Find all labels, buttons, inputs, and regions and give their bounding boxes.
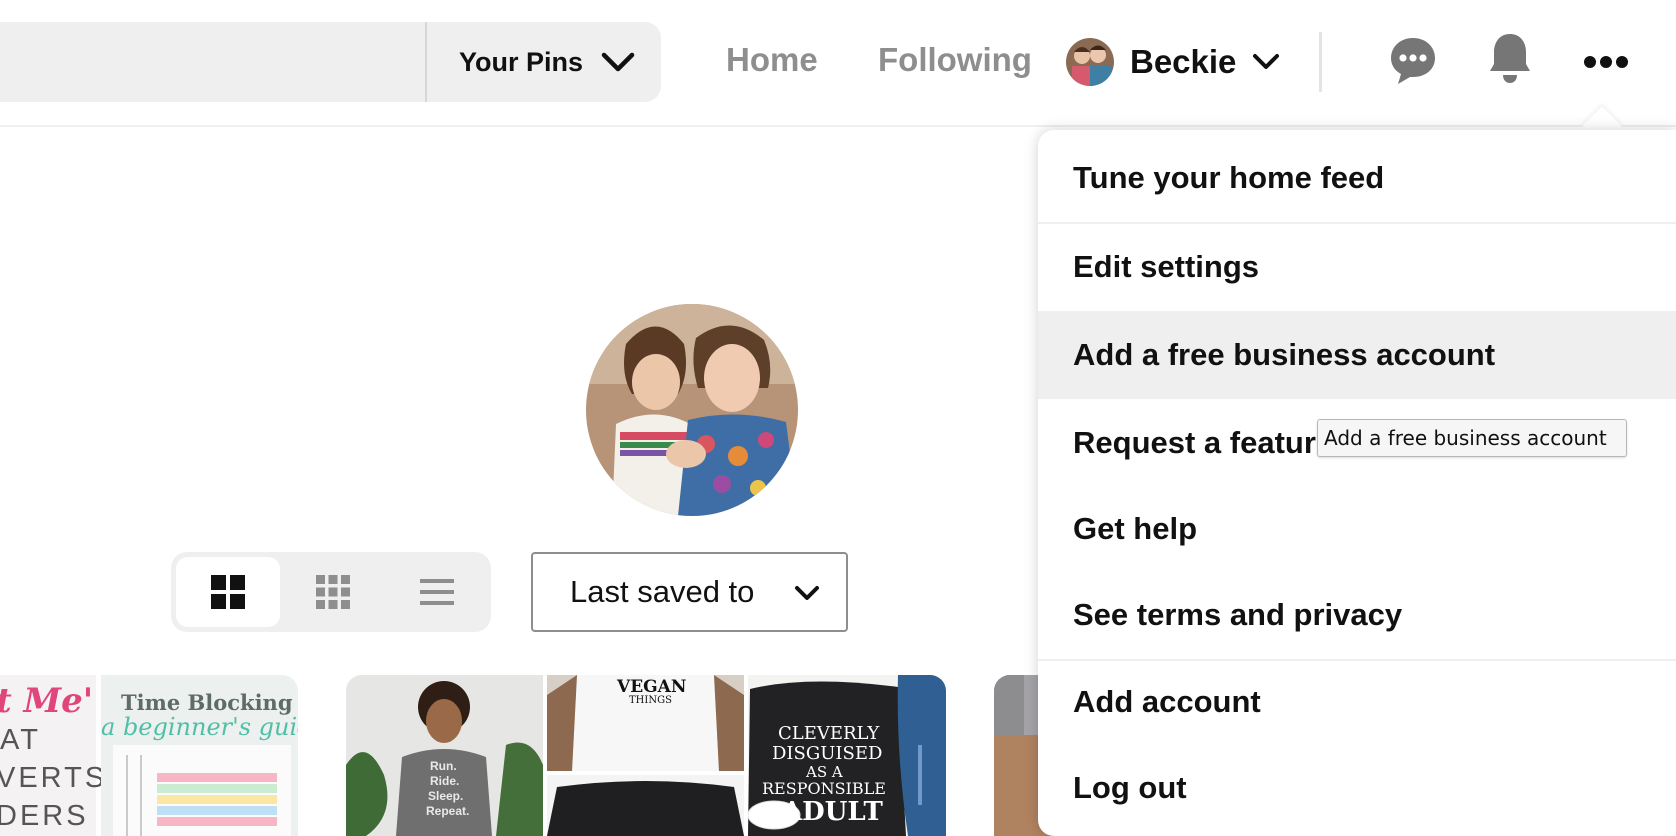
sort-label: Last saved to bbox=[570, 574, 755, 609]
shirt-text: THINGS bbox=[629, 695, 672, 706]
menu-item-add-business-account[interactable]: Add a free business account bbox=[1038, 311, 1676, 399]
menu-item-edit-settings[interactable]: Edit settings bbox=[1038, 223, 1676, 311]
chevron-down-icon bbox=[1253, 54, 1280, 69]
avatar bbox=[1066, 38, 1114, 86]
profile-photo[interactable] bbox=[586, 304, 798, 516]
tooltip: Add a free business account bbox=[1317, 419, 1627, 457]
pin-thumbnail: Run. Ride. Sleep. Repeat. bbox=[346, 675, 543, 836]
pin-text: DERS bbox=[0, 800, 89, 832]
view-toggle bbox=[171, 552, 491, 632]
shirt-text: Repeat. bbox=[426, 804, 470, 818]
pin-thumbnail: Time Blocking a beginner's guide bbox=[101, 675, 298, 836]
shirt-text: ADULT bbox=[782, 797, 883, 827]
menu-item-label: See terms and privacy bbox=[1073, 597, 1403, 632]
chevron-down-icon bbox=[795, 586, 819, 600]
view-default-grid-button[interactable] bbox=[176, 557, 280, 627]
menu-item-label: Request a featur bbox=[1073, 425, 1316, 460]
shirt-text: Sleep. bbox=[428, 789, 464, 803]
menu-item-label: Tune your home feed bbox=[1073, 160, 1385, 195]
board-card[interactable]: t Me' AT VERTS DERS Time Blocking a begi… bbox=[0, 675, 298, 836]
search-scope-label: Your Pins bbox=[459, 46, 584, 77]
page: Your Pins Home Following Beckie Last sav… bbox=[0, 0, 1676, 836]
profile-name: Beckie bbox=[1130, 43, 1237, 80]
chevron-down-icon bbox=[601, 52, 635, 72]
small-grid-icon bbox=[316, 575, 350, 609]
nav-home-link[interactable]: Home bbox=[726, 40, 818, 80]
speech-bubble-icon[interactable] bbox=[1389, 36, 1437, 86]
menu-item-log-out[interactable]: Log out bbox=[1038, 744, 1676, 832]
shirt-text: DISGUISED bbox=[772, 743, 883, 764]
top-header: Your Pins Home Following Beckie bbox=[0, 0, 1676, 127]
header-divider bbox=[1319, 32, 1322, 92]
view-list-button[interactable] bbox=[385, 557, 489, 627]
sort-dropdown[interactable]: Last saved to bbox=[531, 552, 848, 632]
menu-item-label: Log out bbox=[1073, 770, 1187, 805]
pin-thumbnail: CLEVERLY DISGUISED AS A RESPONSIBLE ADUL… bbox=[747, 675, 946, 836]
large-grid-icon bbox=[211, 575, 245, 609]
pin-text: VERTS bbox=[0, 762, 108, 794]
bell-icon[interactable] bbox=[1488, 32, 1532, 84]
pin-text: AT bbox=[0, 724, 41, 756]
profile-menu-button[interactable]: Beckie bbox=[1066, 37, 1280, 87]
timetable-illustration bbox=[113, 745, 291, 836]
shirt-text: Ride. bbox=[430, 774, 460, 788]
shirt-text: Run. bbox=[430, 759, 457, 773]
shirt-text: VEGAN bbox=[617, 677, 687, 697]
shirt-text: RESPONSIBLE bbox=[762, 779, 886, 798]
pin-image bbox=[547, 775, 744, 836]
menu-item-label: Get help bbox=[1073, 511, 1198, 546]
menu-item-label: Add a free business account bbox=[1073, 337, 1496, 372]
pin-thumbnail: t Me' AT VERTS DERS bbox=[0, 675, 104, 836]
pin-subtitle: a beginner's guide bbox=[101, 713, 298, 741]
nav-following-link[interactable]: Following bbox=[878, 40, 1032, 80]
menu-item-get-help[interactable]: Get help bbox=[1038, 485, 1676, 573]
board-card[interactable]: Run. Ride. Sleep. Repeat. VEGAN THINGS C… bbox=[346, 675, 946, 836]
pin-text: t Me' bbox=[0, 681, 94, 721]
view-compact-grid-button[interactable] bbox=[281, 557, 385, 627]
search-bar[interactable]: Your Pins bbox=[0, 22, 661, 102]
menu-item-terms-privacy[interactable]: See terms and privacy bbox=[1038, 571, 1676, 659]
ellipsis-icon[interactable] bbox=[1583, 52, 1629, 72]
list-icon bbox=[420, 579, 454, 605]
pin-thumbnail: VEGAN THINGS bbox=[547, 675, 744, 771]
menu-item-add-account[interactable]: Add account bbox=[1038, 658, 1676, 746]
menu-item-label: Add account bbox=[1073, 684, 1261, 719]
shirt-text: CLEVERLY bbox=[778, 723, 880, 744]
pin-thumbnail bbox=[547, 775, 744, 836]
search-scope-button[interactable]: Your Pins bbox=[427, 22, 661, 102]
menu-item-tune-home-feed[interactable]: Tune your home feed bbox=[1038, 134, 1676, 222]
menu-item-label: Edit settings bbox=[1073, 249, 1260, 284]
more-options-menu: Tune your home feed Edit settings Add a … bbox=[1038, 130, 1676, 836]
pin-title: Time Blocking bbox=[121, 690, 293, 715]
